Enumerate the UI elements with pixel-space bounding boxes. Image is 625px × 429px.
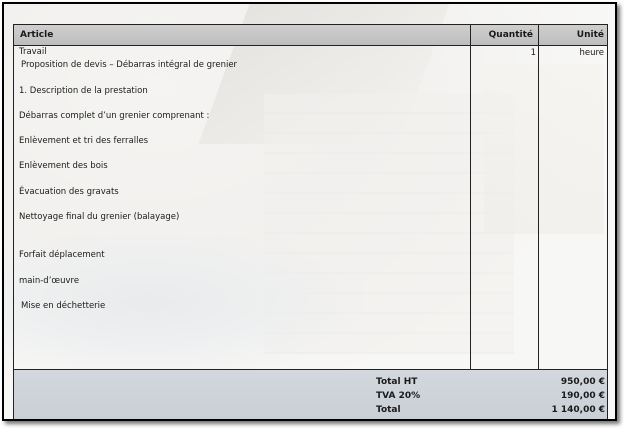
- description-line: Débarras complet d’un grenier comprenant…: [19, 111, 210, 121]
- description-line: Évacuation des gravats: [19, 187, 119, 197]
- description-line: 1. Description de la prestation: [19, 86, 148, 96]
- description-line: Nettoyage final du grenier (balayage): [19, 212, 180, 222]
- total-label: Total: [376, 405, 401, 415]
- description-line: main-d’œuvre: [19, 276, 80, 286]
- description-line: Enlèvement et tri des ferralles: [19, 136, 149, 146]
- description-line: Forfait déplacement: [19, 250, 105, 260]
- totals-section: Total HT 950,00 € TVA 20% 190,00 € Total…: [13, 370, 608, 419]
- row-quantity: 1: [530, 48, 536, 58]
- vat-label: TVA 20%: [376, 391, 421, 401]
- column-divider-quantity: [470, 25, 471, 369]
- header-article: Article: [20, 30, 54, 40]
- total-ht-label: Total HT: [376, 377, 418, 387]
- header-quantity: Quantité: [488, 30, 533, 40]
- header-unit: Unité: [576, 30, 604, 40]
- description-line: Mise en déchetterie: [21, 301, 106, 311]
- vat-value: 190,00 €: [560, 391, 605, 401]
- table-header: Article Quantité Unité: [14, 25, 607, 46]
- quote-table: Article Quantité Unité Travail Propositi…: [13, 24, 608, 370]
- row-unit: heure: [579, 48, 604, 58]
- total-value: 1 140,00 €: [551, 405, 605, 415]
- quote-document: Article Quantité Unité Travail Propositi…: [2, 2, 617, 421]
- row-title: Travail: [19, 47, 47, 57]
- description-line: Enlèvement des bois: [19, 161, 108, 171]
- row-subtitle: Proposition de devis – Débarras intégral…: [21, 60, 238, 70]
- column-divider-unit: [538, 25, 539, 369]
- total-ht-value: 950,00 €: [560, 377, 605, 387]
